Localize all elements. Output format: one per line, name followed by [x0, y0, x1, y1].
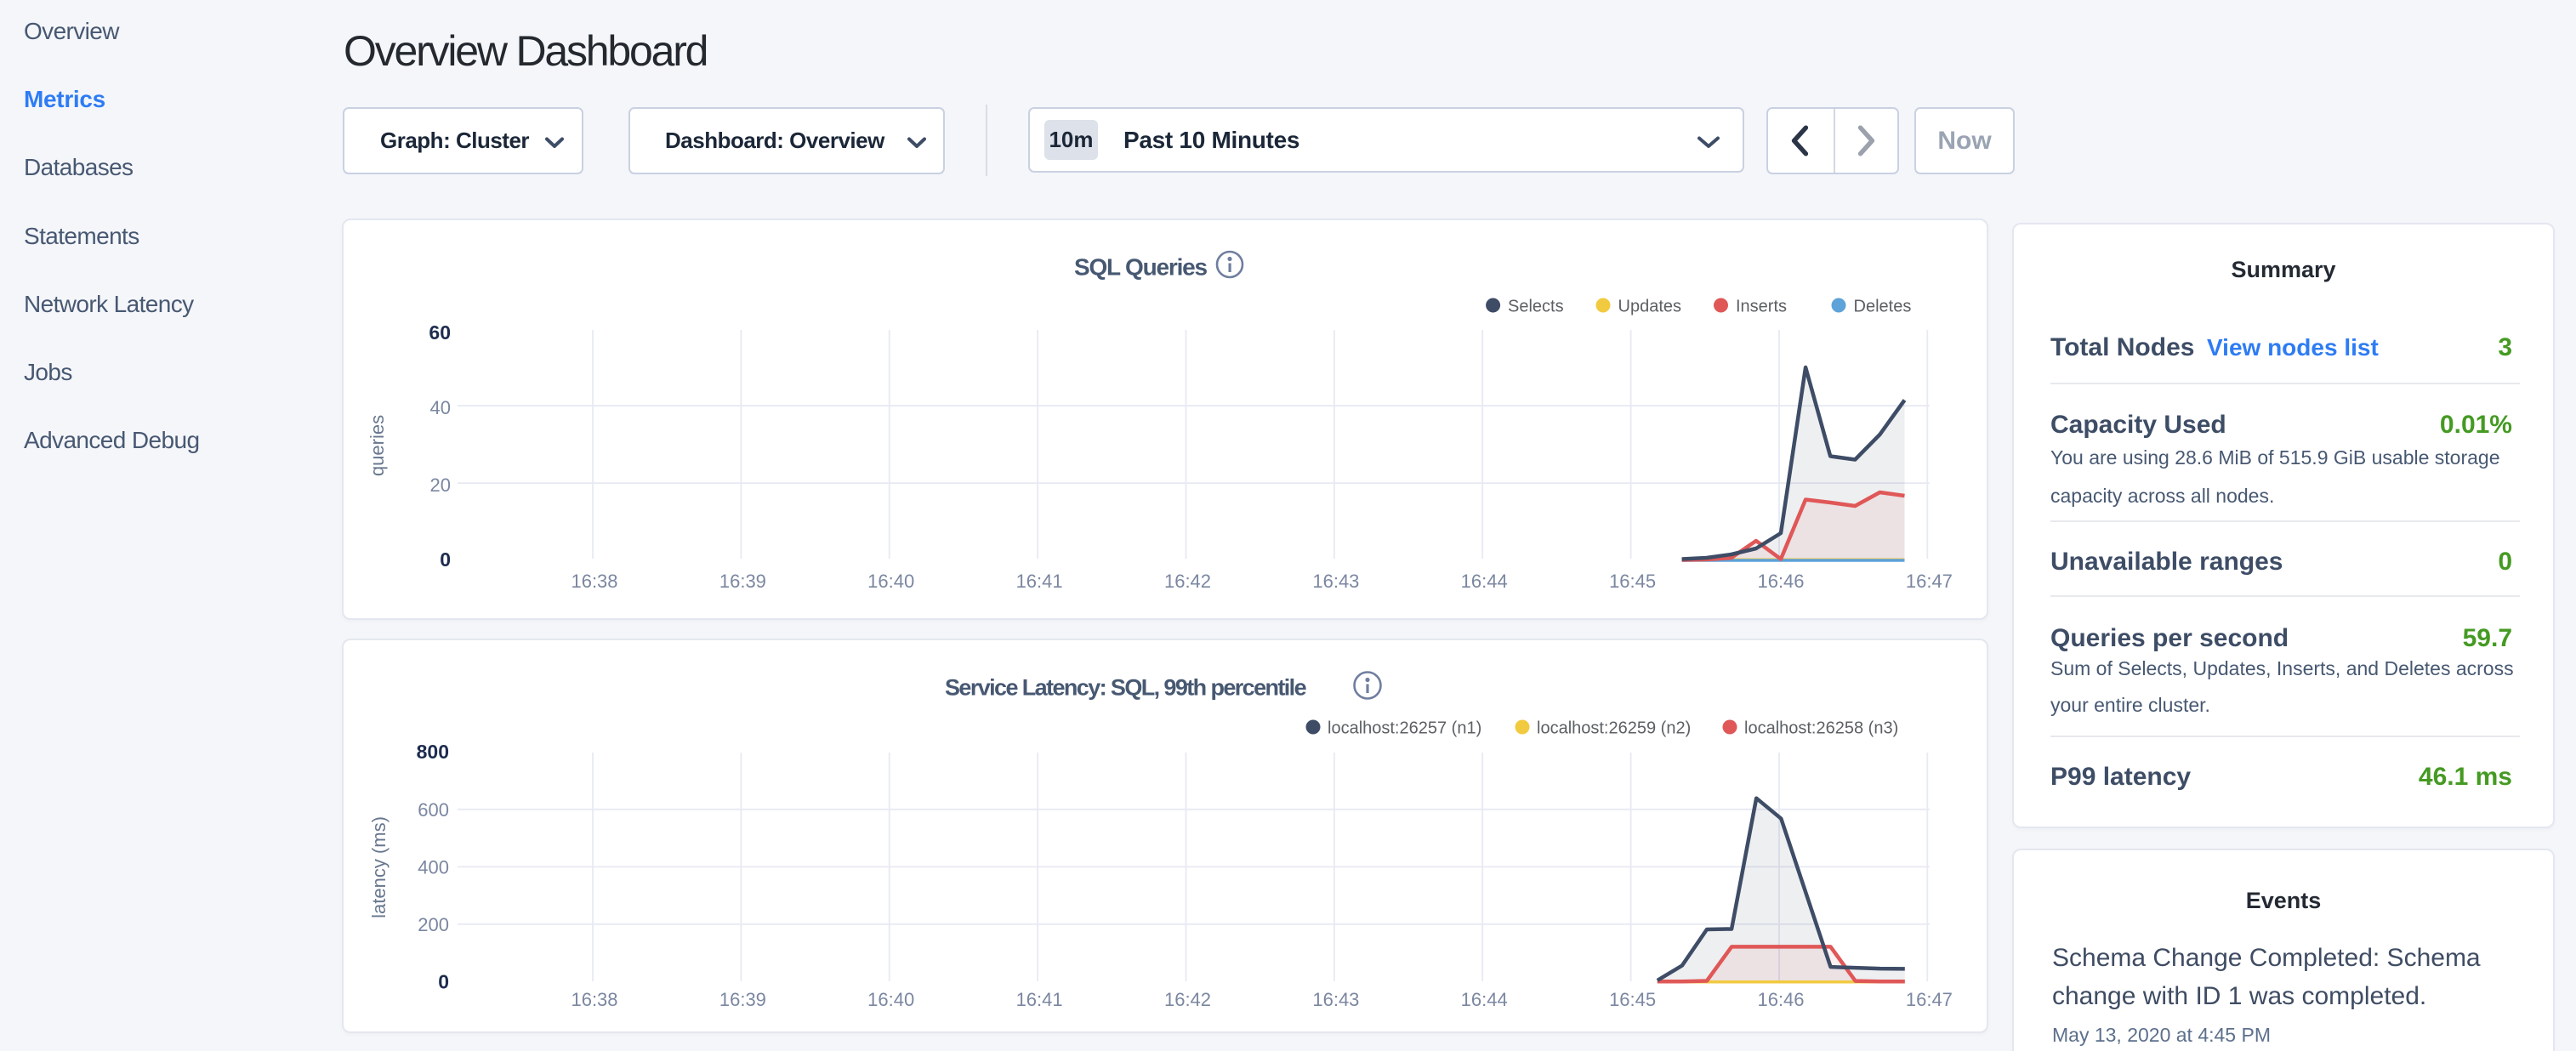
svg-text:16:38: 16:38 — [571, 571, 617, 592]
svg-text:localhost:26259 (n2): localhost:26259 (n2) — [1537, 719, 1691, 738]
svg-text:40: 40 — [430, 397, 451, 418]
svg-text:20: 20 — [430, 474, 451, 496]
svg-text:16:44: 16:44 — [1461, 571, 1508, 592]
svg-text:0: 0 — [440, 548, 451, 571]
svg-text:latency (ms): latency (ms) — [368, 816, 390, 918]
svg-text:Selects: Selects — [1508, 298, 1564, 316]
svg-text:16:39: 16:39 — [719, 989, 766, 1010]
svg-text:16:39: 16:39 — [719, 571, 766, 592]
svg-text:400: 400 — [418, 856, 449, 878]
svg-text:16:40: 16:40 — [867, 989, 914, 1010]
svg-text:16:45: 16:45 — [1609, 571, 1656, 592]
svg-text:16:46: 16:46 — [1757, 989, 1804, 1010]
svg-text:queries: queries — [367, 415, 388, 476]
svg-text:localhost:26258 (n3): localhost:26258 (n3) — [1744, 719, 1898, 738]
svg-text:600: 600 — [418, 799, 449, 821]
svg-text:16:38: 16:38 — [571, 989, 617, 1010]
svg-text:16:47: 16:47 — [1906, 989, 1953, 1010]
svg-text:0: 0 — [438, 971, 449, 993]
svg-text:16:44: 16:44 — [1461, 989, 1508, 1010]
svg-text:SQL Queries: SQL Queries — [1074, 254, 1208, 281]
svg-text:16:47: 16:47 — [1906, 571, 1953, 592]
svg-text:Service Latency: SQL, 99th per: Service Latency: SQL, 99th percentile — [945, 675, 1307, 701]
svg-text:16:42: 16:42 — [1164, 571, 1211, 592]
svg-text:Deletes: Deletes — [1854, 298, 1912, 316]
svg-text:200: 200 — [418, 914, 449, 935]
svg-text:localhost:26257 (n1): localhost:26257 (n1) — [1328, 719, 1481, 738]
svg-text:800: 800 — [417, 741, 449, 763]
svg-text:16:40: 16:40 — [867, 571, 914, 592]
svg-text:Inserts: Inserts — [1736, 298, 1787, 316]
svg-text:16:46: 16:46 — [1757, 571, 1804, 592]
svg-text:16:41: 16:41 — [1016, 571, 1063, 592]
svg-text:Updates: Updates — [1618, 298, 1682, 316]
svg-text:16:42: 16:42 — [1164, 989, 1211, 1010]
svg-text:16:43: 16:43 — [1312, 989, 1359, 1010]
svg-text:16:41: 16:41 — [1016, 989, 1063, 1010]
svg-text:16:45: 16:45 — [1609, 989, 1656, 1010]
svg-text:60: 60 — [429, 321, 451, 344]
svg-text:16:43: 16:43 — [1312, 571, 1359, 592]
